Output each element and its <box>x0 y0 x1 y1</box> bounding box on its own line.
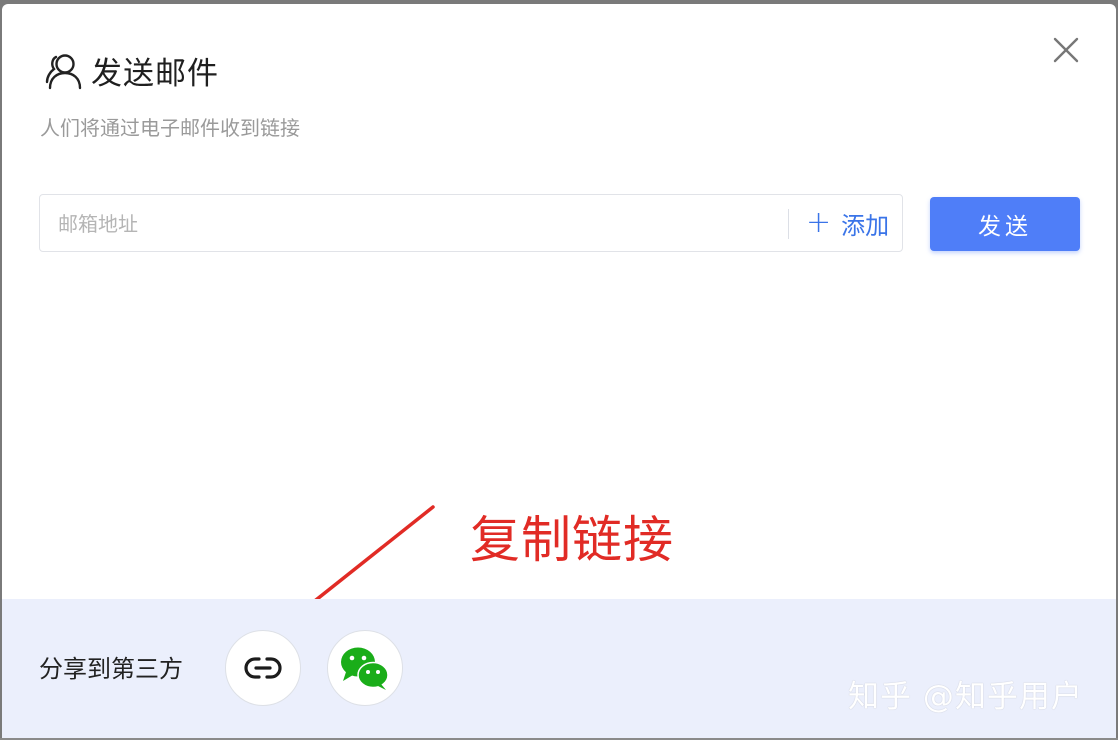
user-group-icon <box>45 53 82 89</box>
copy-link-button[interactable] <box>225 630 301 706</box>
plus-icon: + <box>806 205 832 240</box>
dialog-subtitle: 人们将通过电子邮件收到链接 <box>40 116 300 140</box>
email-address-input[interactable] <box>56 195 780 253</box>
share-footer: 分享到第三方 知乎 @知乎用户 <box>2 599 1116 738</box>
input-divider <box>788 209 789 239</box>
email-input-group: + 添加 <box>39 194 903 253</box>
send-button[interactable]: 发送 <box>930 197 1080 251</box>
add-email-button[interactable]: + 添加 <box>806 195 889 251</box>
wechat-share-button[interactable] <box>327 630 403 706</box>
wechat-icon <box>341 647 389 690</box>
watermark: 知乎 @知乎用户 <box>848 679 1083 715</box>
annotation-label: 复制链接 <box>470 511 674 569</box>
send-email-dialog: 发送邮件 人们将通过电子邮件收到链接 + 添加 发送 复制链接 分享到第三方 <box>2 4 1116 738</box>
share-label: 分享到第三方 <box>39 655 183 683</box>
dialog-title: 发送邮件 <box>91 56 219 92</box>
dialog-header: 发送邮件 <box>43 48 219 93</box>
close-button[interactable] <box>1050 34 1082 66</box>
add-button-label: 添加 <box>841 211 890 240</box>
close-icon <box>1053 37 1079 63</box>
link-icon <box>244 657 282 679</box>
